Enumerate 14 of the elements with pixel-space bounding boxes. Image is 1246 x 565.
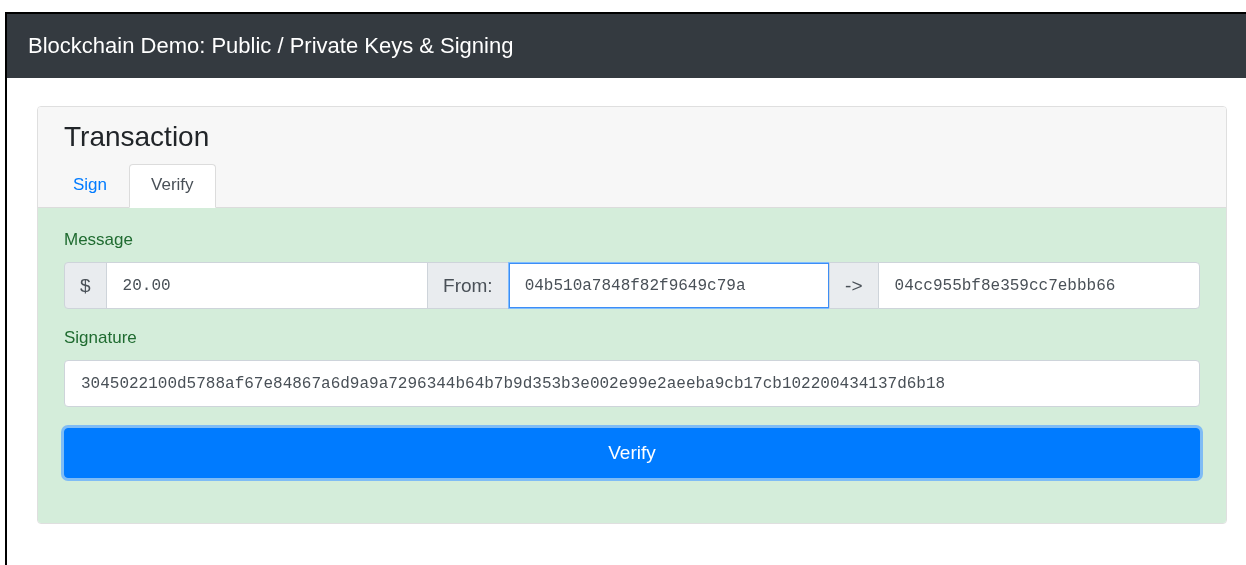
input-addon: ->: [829, 262, 879, 309]
input-addon: From:: [427, 262, 509, 309]
field-label: Message: [64, 230, 134, 250]
card-title: Transaction: [64, 121, 211, 153]
verify-button[interactable]: Verify: [64, 428, 1200, 478]
tab[interactable]: Verify: [129, 164, 216, 208]
input-field[interactable]: 04cc955bf8e359cc7ebbb66: [877, 262, 1200, 309]
navbar-title: Blockchain Demo: Public / Private Keys & Signing: [28, 33, 514, 59]
field-label: Signature: [64, 328, 138, 348]
input-field[interactable]: 04b510a7848f82f9649c79a: [507, 262, 831, 309]
input-field[interactable]: 20.00: [105, 262, 429, 309]
tab[interactable]: Sign: [64, 164, 130, 208]
input-addon: $: [64, 262, 107, 309]
input-field[interactable]: 3045022100d5788af67e84867a6d9a9a7296344b64b7b9d353b3e002e99e2aeeba9cb17cb102200434137d6b18: [64, 360, 1200, 407]
